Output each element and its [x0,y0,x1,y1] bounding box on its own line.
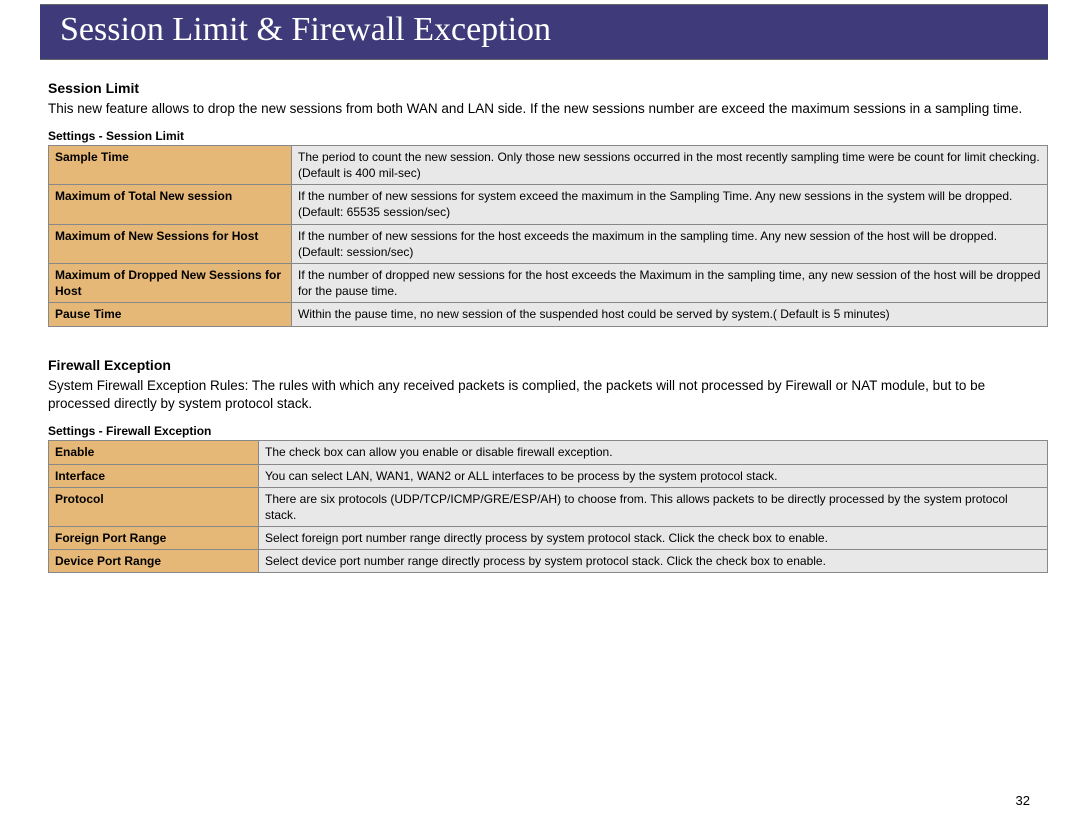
table-row: Maximum of Total New session If the numb… [49,185,1048,224]
setting-name: Pause Time [49,303,292,326]
setting-desc: Select device port number range directly… [259,550,1048,573]
firewall-exception-heading: Firewall Exception [48,357,1048,373]
firewall-exception-table: Enable The check box can allow you enabl… [48,440,1048,573]
page-content: Session Limit This new feature allows to… [48,80,1048,573]
table-row: Protocol There are six protocols (UDP/TC… [49,487,1048,526]
table-row: Sample Time The period to count the new … [49,145,1048,184]
table-row: Maximum of Dropped New Sessions for Host… [49,264,1048,303]
table-row: Pause Time Within the pause time, no new… [49,303,1048,326]
setting-name: Sample Time [49,145,292,184]
setting-name: Protocol [49,487,259,526]
page-title: Session Limit & Firewall Exception [60,11,551,48]
setting-name: Enable [49,441,259,464]
setting-desc: If the number of new sessions for the ho… [292,224,1048,263]
setting-desc: Within the pause time, no new session of… [292,303,1048,326]
table-row: Interface You can select LAN, WAN1, WAN2… [49,464,1048,487]
setting-desc: The check box can allow you enable or di… [259,441,1048,464]
firewall-exception-body: System Firewall Exception Rules: The rul… [48,377,1048,415]
setting-name: Interface [49,464,259,487]
setting-desc: You can select LAN, WAN1, WAN2 or ALL in… [259,464,1048,487]
session-limit-table: Sample Time The period to count the new … [48,145,1048,327]
session-limit-table-caption: Settings - Session Limit [48,129,1048,143]
setting-name: Device Port Range [49,550,259,573]
setting-name: Maximum of Dropped New Sessions for Host [49,264,292,303]
session-limit-heading: Session Limit [48,80,1048,96]
setting-desc: If the number of dropped new sessions fo… [292,264,1048,303]
page-number: 32 [1016,793,1030,808]
setting-name: Maximum of New Sessions for Host [49,224,292,263]
setting-desc: If the number of new sessions for system… [292,185,1048,224]
page-header: Session Limit & Firewall Exception [40,4,1048,60]
firewall-exception-table-caption: Settings - Firewall Exception [48,424,1048,438]
table-row: Foreign Port Range Select foreign port n… [49,527,1048,550]
setting-name: Foreign Port Range [49,527,259,550]
table-row: Device Port Range Select device port num… [49,550,1048,573]
table-row: Enable The check box can allow you enabl… [49,441,1048,464]
setting-name: Maximum of Total New session [49,185,292,224]
setting-desc: There are six protocols (UDP/TCP/ICMP/GR… [259,487,1048,526]
setting-desc: The period to count the new session. Onl… [292,145,1048,184]
setting-desc: Select foreign port number range directl… [259,527,1048,550]
table-row: Maximum of New Sessions for Host If the … [49,224,1048,263]
session-limit-body: This new feature allows to drop the new … [48,100,1048,119]
